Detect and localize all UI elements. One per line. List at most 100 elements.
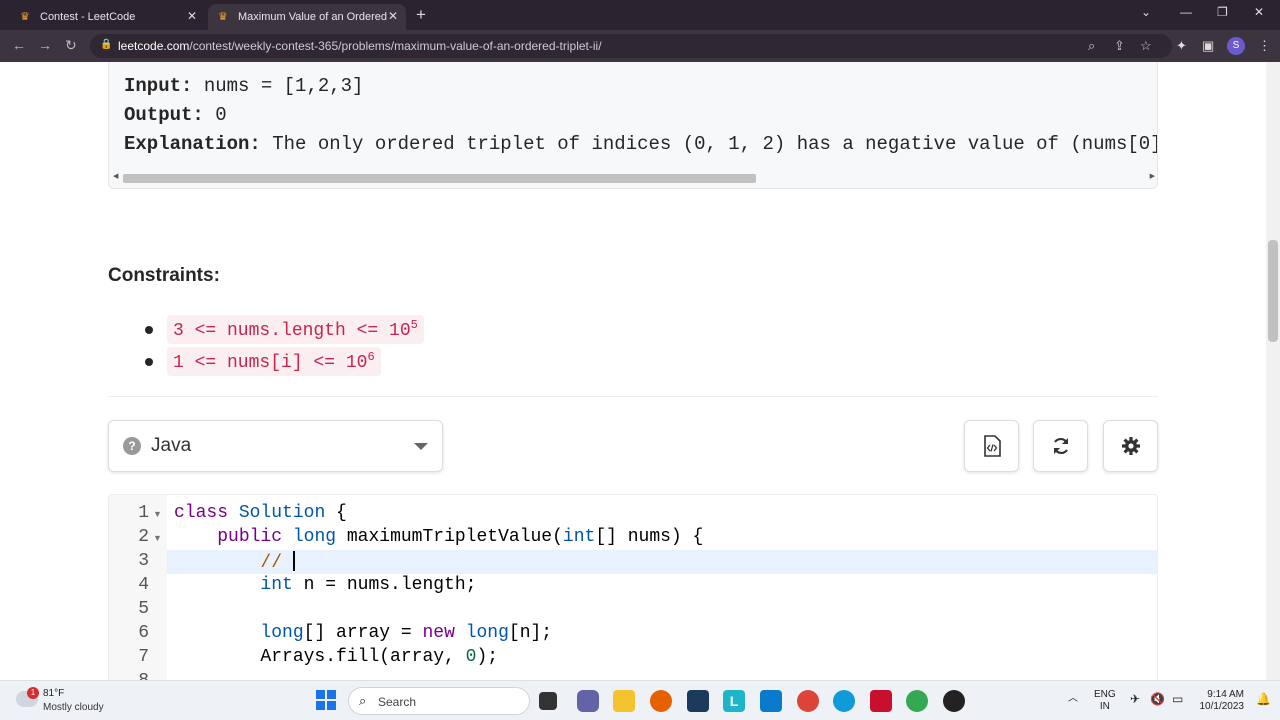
constraint-text: 3 <= nums.length <= 10: [173, 321, 411, 341]
tab-problem[interactable]: ♛ Maximum Value of an Ordered T ✕: [208, 4, 406, 30]
task-view-icon[interactable]: [539, 692, 557, 710]
mcafee-icon[interactable]: [870, 690, 892, 712]
minimize-icon[interactable]: —: [1180, 5, 1192, 19]
teams-icon[interactable]: [577, 690, 599, 712]
tray-overflow-chevron-icon[interactable]: ︿: [1068, 693, 1078, 705]
example-explanation-line: Explanation: The only ordered triplet of…: [124, 133, 1158, 155]
text-cursor: [292, 551, 295, 571]
extensions-icon[interactable]: ✦: [1176, 38, 1187, 54]
volume-muted-icon[interactable]: 🔇: [1150, 693, 1165, 705]
constraint-code: 3 <= nums.length <= 105: [167, 315, 424, 344]
settings-button[interactable]: [1103, 420, 1158, 472]
example-input-line: Input: nums = [1,2,3]: [124, 75, 363, 97]
weather-desc: Mostly cloudy: [43, 702, 104, 713]
output-value: 0: [215, 104, 227, 126]
line-number: 4: [138, 575, 149, 595]
chrome-icon[interactable]: [797, 690, 819, 712]
tab-title: Contest - LeetCode: [40, 11, 136, 23]
code-editor[interactable]: 1 ▼ 2 ▼ 3 4 5 6 7 8 class Solution { pub…: [108, 494, 1158, 680]
url-path: /contest/weekly-contest-365/problems/max…: [189, 39, 602, 53]
close-tab-icon[interactable]: ✕: [388, 9, 398, 23]
language-label: Java: [151, 435, 192, 456]
maximize-icon[interactable]: ❐: [1217, 5, 1228, 19]
constraint-exponent: 5: [410, 318, 418, 332]
input-label: Input:: [124, 75, 193, 97]
side-panel-icon[interactable]: ▣: [1202, 38, 1214, 54]
constraint-item: 3 <= nums.length <= 105: [145, 315, 424, 344]
chrome-profile-icon[interactable]: [906, 690, 928, 712]
scroll-right-icon[interactable]: ▶: [1150, 172, 1155, 180]
firefox-icon[interactable]: [650, 690, 672, 712]
bullet: [145, 325, 153, 334]
windows-taskbar: 1 81°F Mostly cloudy ⌕ Search L ︿ ENG IN…: [0, 680, 1280, 720]
store-icon[interactable]: [687, 690, 709, 712]
horizontal-scrollbar[interactable]: ◀ ▶: [113, 172, 1155, 184]
url-field[interactable]: 🔒 leetcode.com/contest/weekly-contest-36…: [90, 34, 1172, 58]
constraints-title: Constraints:: [108, 265, 220, 286]
back-icon[interactable]: ←: [12, 37, 26, 53]
constraint-text: 1 <= nums[i] <= 10: [173, 353, 368, 373]
notification-badge: 1: [27, 687, 39, 699]
tab-title: Maximum Value of an Ordered T: [238, 11, 388, 23]
help-icon[interactable]: ?: [123, 437, 141, 455]
forward-icon[interactable]: →: [38, 37, 52, 53]
language-select[interactable]: ? Java: [108, 420, 443, 472]
clock[interactable]: 9:14 AM 10/1/2023: [1196, 689, 1245, 713]
scroll-left-icon[interactable]: ◀: [113, 172, 118, 180]
vertical-scrollbar[interactable]: [1266, 62, 1280, 680]
reset-code-button[interactable]: [1033, 420, 1088, 472]
zoom-icon[interactable]: ⌕: [1088, 38, 1095, 54]
airplane-mode-icon[interactable]: ✈: [1130, 693, 1140, 705]
app-l-icon[interactable]: L: [723, 690, 745, 712]
code-file-icon: [983, 435, 1001, 457]
browser-tab-strip: ♛ Contest - LeetCode ✕ ♛ Maximum Value o…: [0, 0, 1280, 30]
explanation-label: Explanation:: [124, 133, 261, 155]
gear-icon: [1121, 437, 1140, 455]
new-tab-icon[interactable]: +: [416, 5, 426, 25]
fold-arrow-icon[interactable]: ▼: [153, 533, 162, 543]
close-tab-icon[interactable]: ✕: [187, 9, 197, 23]
edge-icon[interactable]: [833, 690, 855, 712]
app-dark-icon[interactable]: [943, 690, 965, 712]
share-icon[interactable]: ⇪: [1114, 38, 1125, 54]
taskbar-search[interactable]: ⌕ Search: [348, 687, 530, 715]
search-icon: ⌕: [359, 693, 367, 708]
file-explorer-icon[interactable]: [613, 690, 635, 712]
window-close-icon[interactable]: ✕: [1254, 5, 1264, 19]
output-label: Output:: [124, 104, 204, 126]
reload-icon[interactable]: ↻: [65, 37, 77, 54]
constraint-item: 1 <= nums[i] <= 106: [145, 347, 381, 376]
fold-arrow-icon[interactable]: ▼: [153, 509, 162, 519]
vscode-icon[interactable]: [760, 690, 782, 712]
line-number: 5: [138, 599, 149, 619]
vertical-scroll-thumb[interactable]: [1268, 240, 1278, 342]
tab-search-chevron-icon[interactable]: ⌄: [1141, 5, 1151, 19]
weather-temp: 81°F: [43, 688, 65, 699]
clock-time: 9:14 AM: [1207, 689, 1244, 700]
address-bar-row: ← → ↻ 🔒 leetcode.com/contest/weekly-cont…: [0, 30, 1280, 62]
notification-bell-icon[interactable]: 🔔: [1256, 693, 1271, 705]
code-line: class Solution {: [174, 503, 347, 523]
bookmark-star-icon[interactable]: ☆: [1140, 38, 1152, 54]
language-indicator[interactable]: ENG IN: [1094, 689, 1116, 713]
refresh-icon: [1053, 437, 1068, 455]
line-number: 7: [138, 647, 149, 667]
search-placeholder: Search: [378, 695, 417, 709]
leetcode-favicon-icon: ♛: [218, 11, 228, 23]
line-number: 3: [138, 551, 149, 571]
code-line: int n = nums.length;: [260, 575, 477, 595]
horizontal-scroll-thumb[interactable]: [123, 174, 756, 183]
windows-start-icon[interactable]: [316, 690, 336, 710]
explanation-value: The only ordered triplet of indices (0, …: [272, 133, 1158, 155]
tab-contest[interactable]: ♛ Contest - LeetCode ✕: [10, 4, 205, 30]
code-line: public long maximumTripletValue(int[] nu…: [217, 527, 704, 547]
constraint-code: 1 <= nums[i] <= 106: [167, 347, 381, 376]
battery-icon[interactable]: ▭: [1172, 693, 1183, 705]
menu-kebab-icon[interactable]: ⋮: [1258, 38, 1271, 54]
divider: [108, 396, 1158, 397]
url-text: leetcode.com/contest/weekly-contest-365/…: [118, 39, 602, 53]
profile-avatar[interactable]: S: [1227, 37, 1245, 55]
clock-date: 10/1/2023: [1199, 701, 1245, 712]
code-template-button[interactable]: [964, 420, 1019, 472]
